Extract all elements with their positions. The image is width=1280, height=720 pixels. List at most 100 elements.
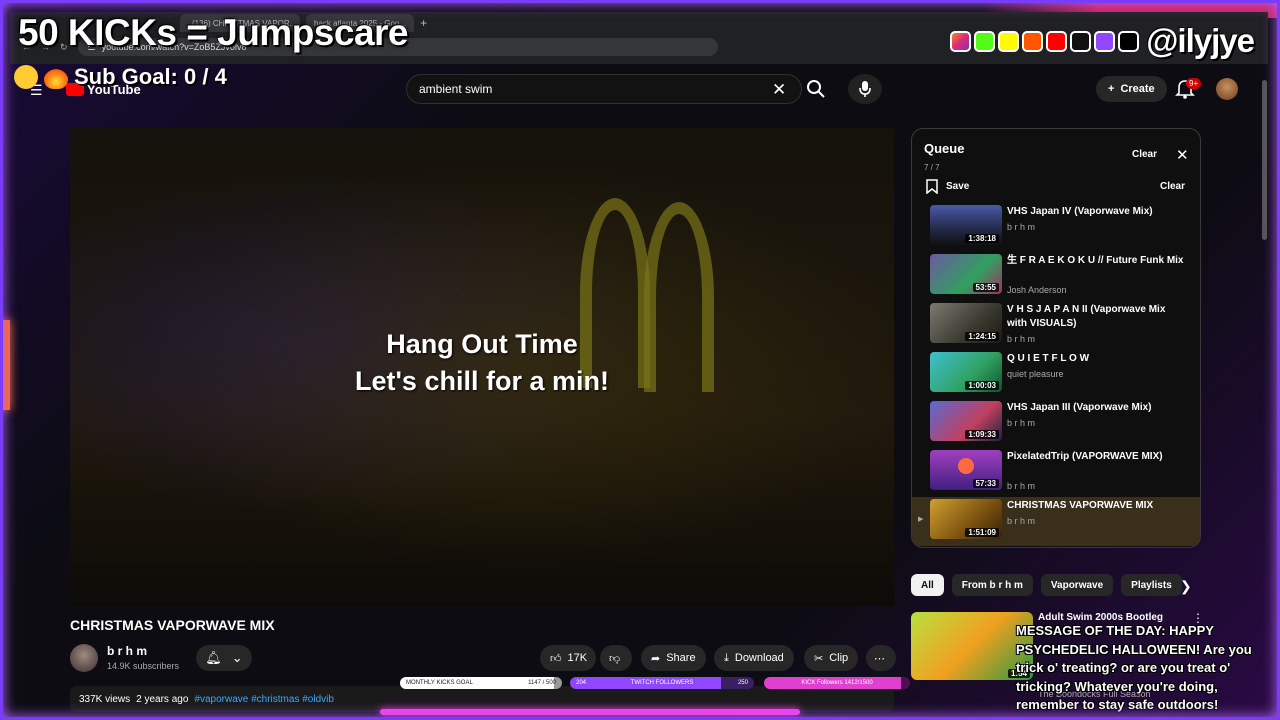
sub-goal-text: Sub Goal: 0 / 4	[74, 64, 227, 89]
thumbs-down-icon: 👎︎	[609, 652, 621, 665]
dislike-button[interactable]: 👎︎	[600, 645, 632, 671]
video-thumbnail: 1:24:15	[930, 303, 1002, 343]
clip-button[interactable]: ✂ Clip	[804, 645, 859, 671]
hashtags[interactable]: #vaporwave #christmas #oldvib	[194, 694, 334, 705]
queue-list: 1:38:18 VHS Japan IV (Vaporwave Mix) b r…	[912, 203, 1200, 546]
chevron-right-icon[interactable]: ❯	[1180, 578, 1192, 595]
sunglasses-emoji-icon	[14, 65, 38, 89]
account-avatar[interactable]	[1216, 78, 1238, 100]
duration: 1:24:15	[965, 332, 999, 341]
queue-item-channel: quiet pleasure	[1007, 369, 1064, 379]
twitch-label: TWITCH FOLLOWERS	[630, 680, 694, 686]
video-thumbnail: 1:38:18	[930, 205, 1002, 245]
overlay-line-2: Let's chill for a min!	[355, 366, 609, 396]
recommended-thumbnail[interactable]: 1:54	[911, 612, 1033, 680]
like-count: 17K	[567, 652, 588, 664]
view-count: 337K views	[79, 693, 131, 705]
channel-name[interactable]: b r h m	[107, 644, 147, 658]
plus-icon: +	[1108, 83, 1115, 95]
filter-chips: All From b r h m Vaporwave Playlists	[911, 574, 1182, 596]
sub-goal-counter: Sub Goal: 0 / 4	[14, 64, 227, 90]
queue-item-title: 生 F R A E K O K U // Future Funk Mix	[1007, 255, 1184, 266]
save-label: Save	[946, 181, 970, 192]
chip-all[interactable]: All	[911, 574, 944, 596]
like-button[interactable]: 👍︎ 17K	[540, 645, 596, 671]
stream-stage: (136) CHRISTMAS VAPOR... hack atlanta 20…	[0, 0, 1280, 720]
voice-search-button[interactable]	[848, 74, 882, 104]
close-icon[interactable]: ✕	[1176, 146, 1189, 164]
share-label: Share	[666, 652, 696, 664]
queue-item-title: PixelatedTrip (VAPORWAVE MIX)	[1007, 451, 1163, 462]
x-icon	[1118, 30, 1140, 52]
new-tab-icon[interactable]: +	[420, 16, 427, 30]
queue-item-title: V H S J A P A N II (Vaporwave Mix with V…	[1007, 304, 1166, 329]
duration: 1:51:09	[965, 528, 999, 537]
kicks-goal-bar: MONTHLY KICKS GOAL 1147 / 500	[400, 677, 562, 689]
queue-item[interactable]: 53:55 生 F R A E K O K U // Future Funk M…	[912, 252, 1200, 301]
download-icon: ⤓	[724, 651, 729, 664]
queue-item[interactable]: 57:33 PixelatedTrip (VAPORWAVE MIX) b r …	[912, 448, 1200, 497]
queue-item[interactable]: 1:00:03 Q U I E T F L O W quiet pleasure	[912, 350, 1200, 399]
notification-count-badge: 9+	[1186, 78, 1202, 89]
subscriber-count: 14.9K subscribers	[107, 661, 180, 671]
kicks-goal-label: MONTHLY KICKS GOAL	[406, 680, 473, 686]
queue-item-now-playing[interactable]: ▶ 1:51:09 CHRISTMAS VAPORWAVE MIX b r h …	[912, 497, 1200, 546]
neon-bottom-bar	[380, 709, 800, 715]
search-icon[interactable]	[806, 79, 826, 99]
video-player[interactable]: Hang Out Time Let's chill for a min!	[70, 128, 894, 606]
duration: 53:55	[972, 283, 999, 292]
video-thumbnail: 1:00:03	[930, 352, 1002, 392]
search-input[interactable]: ambient swim	[406, 74, 802, 104]
queue-item-channel: Josh Anderson	[1007, 285, 1067, 295]
overlay-line-1: Hang Out Time	[386, 329, 578, 359]
channel-avatar[interactable]	[70, 644, 98, 672]
chip-playlists[interactable]: Playlists	[1121, 574, 1182, 596]
download-label: Download	[734, 652, 784, 664]
queue-count: 7 / 7	[924, 163, 940, 172]
subscription-bell-button[interactable]: 🔔︎ ⌄	[196, 645, 252, 671]
kicks-goal-title: 50 KICKs = Jumpscare	[18, 12, 409, 53]
soundcloud-icon	[1022, 30, 1044, 52]
now-playing-icon: ▶	[918, 516, 924, 523]
twitch-icon	[1094, 30, 1116, 52]
youtube-icon	[1046, 30, 1068, 52]
queue-item-channel: b r h m	[1007, 418, 1036, 428]
instagram-icon	[950, 30, 972, 52]
video-thumbnail: 1:09:33	[930, 401, 1002, 441]
queue-item-title: Q U I E T F L O W	[1007, 353, 1090, 364]
download-button[interactable]: ⤓ Download	[714, 645, 794, 671]
tiktok-icon	[1070, 30, 1092, 52]
message-of-the-day: MESSAGE OF THE DAY: HAPPY PSYCHEDELIC HA…	[1016, 623, 1252, 712]
more-actions-button[interactable]: ⋯	[866, 645, 896, 671]
queue-item-title: VHS Japan IV (Vaporwave Mix)	[1007, 206, 1153, 217]
create-button[interactable]: + Create	[1096, 76, 1167, 102]
queue-save-button[interactable]: Save	[926, 179, 969, 194]
social-handles: @ilyjye	[950, 22, 1255, 60]
streamer-handle: @ilyjye	[1146, 22, 1255, 59]
duration: 1:38:18	[965, 234, 999, 243]
queue-item[interactable]: 1:38:18 VHS Japan IV (Vaporwave Mix) b r…	[912, 203, 1200, 252]
search-value: ambient swim	[419, 82, 493, 96]
queue-item[interactable]: 1:24:15 V H S J A P A N II (Vaporwave Mi…	[912, 301, 1200, 350]
twitch-followers-bar: 204 TWITCH FOLLOWERS 250	[570, 677, 754, 689]
duration: 57:33	[972, 479, 999, 488]
chip-vaporwave[interactable]: Vaporwave	[1040, 574, 1114, 596]
twitch-current: 204	[576, 680, 587, 686]
page-scrollbar[interactable]	[1262, 80, 1267, 240]
queue-item-channel: b r h m	[1007, 334, 1036, 344]
duration: 1:00:03	[965, 381, 999, 390]
queue-item[interactable]: 1:09:33 VHS Japan III (Vaporwave Mix) b …	[912, 399, 1200, 448]
queue-item-channel: b r h m	[1007, 222, 1036, 232]
queue-clear-all-button[interactable]: Clear	[1160, 181, 1185, 192]
video-thumbnail: 1:51:09	[930, 499, 1002, 539]
snapchat-icon	[998, 30, 1020, 52]
scissors-icon: ✂	[814, 652, 824, 665]
queue-clear-button[interactable]: Clear	[1132, 149, 1157, 160]
share-button[interactable]: ➦ Share	[641, 645, 706, 671]
bookmark-icon	[926, 179, 938, 194]
chevron-down-icon: ⌄	[231, 650, 243, 665]
twitch-target: 250	[737, 680, 748, 686]
chip-from-channel[interactable]: From b r h m	[951, 574, 1033, 596]
queue-item-channel: b r h m	[1007, 481, 1036, 491]
clear-search-icon[interactable]: ✕	[772, 80, 786, 100]
